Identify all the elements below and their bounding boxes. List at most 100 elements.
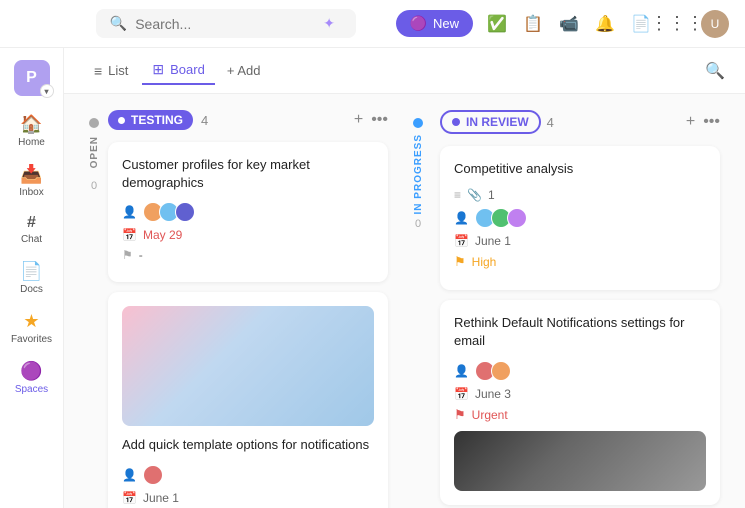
avatar-2 xyxy=(491,361,511,381)
grid-icon[interactable]: ⋮⋮⋮ xyxy=(665,12,689,36)
spaces-icon: 🟣 xyxy=(20,361,42,382)
add-card-icon[interactable]: + xyxy=(354,111,363,129)
testing-badge: TESTING xyxy=(108,110,193,130)
list-icon: ≡ xyxy=(94,63,102,79)
workspace-logo[interactable]: P ▾ xyxy=(14,60,50,96)
card-title: Competitive analysis xyxy=(454,160,706,178)
testing-column-actions[interactable]: + ••• xyxy=(354,111,388,129)
view-tabs: ≡ List ⊞ Board + Add xyxy=(84,56,268,85)
card-title: Add quick template options for notificat… xyxy=(122,436,374,454)
sidebar-item-inbox[interactable]: 📥 Inbox xyxy=(6,158,58,204)
avatar-3 xyxy=(507,208,527,228)
card-date-row: 📅 June 3 xyxy=(454,387,706,401)
add-view-button[interactable]: + Add xyxy=(219,58,269,83)
search-bar[interactable]: 🔍 ✦ xyxy=(96,9,356,38)
card-avatars-row: 👤 xyxy=(122,465,374,485)
document-icon[interactable]: 📋 xyxy=(521,12,545,36)
card-date-row: 📅 June 1 xyxy=(122,491,374,505)
bell-icon[interactable]: 🔔 xyxy=(593,12,617,36)
card-rethink-notifications: Rethink Default Notifications settings f… xyxy=(440,300,720,504)
sidebar-item-docs[interactable]: 📄 Docs xyxy=(6,255,58,301)
inbox-icon: 📥 xyxy=(20,164,42,185)
in-review-badge: IN REVIEW xyxy=(440,110,541,134)
list-icon: ≡ xyxy=(454,188,461,202)
testing-column: TESTING 4 + ••• Customer profiles for ke… xyxy=(108,110,388,508)
topbar-actions: 🟣 New ✅ 📋 📹 🔔 📄 ⋮⋮⋮ U xyxy=(396,10,729,38)
person-icon: 👤 xyxy=(454,211,469,225)
in-progress-status-col: IN PROGRESS 0 xyxy=(404,110,432,230)
calendar-icon: 📅 xyxy=(454,234,469,248)
workspace-dropdown-icon[interactable]: ▾ xyxy=(40,84,54,98)
attachment-icon: 📎 xyxy=(467,188,482,202)
avatar-group xyxy=(143,202,191,222)
card-avatars-row: 👤 xyxy=(122,202,374,222)
card-title: Rethink Default Notifications settings f… xyxy=(454,314,706,350)
in-review-column: IN REVIEW 4 + ••• Competitive analysis ≡… xyxy=(440,110,720,508)
plus-circle-icon: 🟣 xyxy=(410,15,427,32)
card-quick-template: Add quick template options for notificat… xyxy=(108,292,388,508)
in-review-header-left: IN REVIEW 4 xyxy=(440,110,554,134)
in-review-column-header: IN REVIEW 4 + ••• xyxy=(440,110,720,134)
card-priority-row: ⚑ Urgent xyxy=(454,407,706,423)
board-area: OPEN 0 TESTING 4 + ••• xyxy=(64,94,745,508)
review-dot xyxy=(452,118,460,126)
user-avatar[interactable]: U xyxy=(701,10,729,38)
home-icon: 🏠 xyxy=(20,114,42,135)
tab-board[interactable]: ⊞ Board xyxy=(142,56,214,85)
sidebar-item-chat[interactable]: # Chat xyxy=(6,208,58,251)
avatar-1 xyxy=(143,465,163,485)
testing-column-header: TESTING 4 + ••• xyxy=(108,110,388,130)
card-title: Customer profiles for key market demogra… xyxy=(122,156,374,192)
main-layout: P ▾ 🏠 Home 📥 Inbox # Chat 📄 Docs ★ Favor… xyxy=(0,48,745,508)
card-date: June 1 xyxy=(475,234,511,248)
new-button[interactable]: 🟣 New xyxy=(396,10,473,37)
card-competitive-analysis: Competitive analysis ≡ 📎 1 👤 xyxy=(440,146,720,290)
check-icon[interactable]: ✅ xyxy=(485,12,509,36)
card-priority-row: ⚑ High xyxy=(454,254,706,270)
calendar-icon: 📅 xyxy=(454,387,469,401)
avatar-group xyxy=(475,208,523,228)
chat-icon: # xyxy=(27,214,36,232)
card-flag-row: ⚑ - xyxy=(122,248,374,262)
in-progress-section: IN PROGRESS 0 xyxy=(404,110,432,508)
card-customer-profiles: Customer profiles for key market demogra… xyxy=(108,142,388,282)
open-status-dot xyxy=(89,118,99,128)
sidebar-item-home[interactable]: 🏠 Home xyxy=(6,108,58,154)
board-icon: ⊞ xyxy=(152,61,164,78)
add-card-icon[interactable]: + xyxy=(686,113,695,131)
magic-icon: ✦ xyxy=(323,15,335,32)
sidebar: P ▾ 🏠 Home 📥 Inbox # Chat 📄 Docs ★ Favor… xyxy=(0,48,64,508)
testing-dot xyxy=(118,117,125,124)
card-date-row: 📅 June 1 xyxy=(454,234,706,248)
card-date: June 1 xyxy=(143,491,179,505)
card-avatars-row: 👤 xyxy=(454,361,706,381)
person-icon: 👤 xyxy=(122,205,137,219)
more-options-icon[interactable]: ••• xyxy=(371,111,388,129)
testing-header-left: TESTING 4 xyxy=(108,110,208,130)
card-avatars-row: 👤 xyxy=(454,208,706,228)
priority-flag-icon: ⚑ xyxy=(454,254,466,270)
card-date-row: 📅 May 29 xyxy=(122,228,374,242)
attachment-count: 1 xyxy=(488,188,495,202)
search-input[interactable] xyxy=(135,16,315,32)
priority-flag-icon: ⚑ xyxy=(454,407,466,423)
topbar: 🔍 ✦ 🟣 New ✅ 📋 📹 🔔 📄 ⋮⋮⋮ U xyxy=(0,0,745,48)
sidebar-item-favorites[interactable]: ★ Favorites xyxy=(6,305,58,351)
video-icon[interactable]: 📹 xyxy=(557,12,581,36)
person-icon: 👤 xyxy=(454,364,469,378)
tab-list[interactable]: ≡ List xyxy=(84,58,138,84)
calendar-icon: 📅 xyxy=(122,491,137,505)
more-options-icon[interactable]: ••• xyxy=(703,113,720,131)
calendar-icon: 📅 xyxy=(122,228,137,242)
avatar-group xyxy=(143,465,159,485)
content-search-button[interactable]: 🔍 xyxy=(705,61,725,81)
card-priority: High xyxy=(472,255,497,269)
avatar-group xyxy=(475,361,507,381)
star-icon: ★ xyxy=(23,311,39,332)
sidebar-item-spaces[interactable]: 🟣 Spaces xyxy=(6,355,58,401)
card-priority: Urgent xyxy=(472,408,508,422)
person-icon: 👤 xyxy=(122,468,137,482)
in-review-column-actions[interactable]: + ••• xyxy=(686,113,720,131)
card-date: May 29 xyxy=(143,228,182,242)
card-flag-text: - xyxy=(139,248,143,262)
